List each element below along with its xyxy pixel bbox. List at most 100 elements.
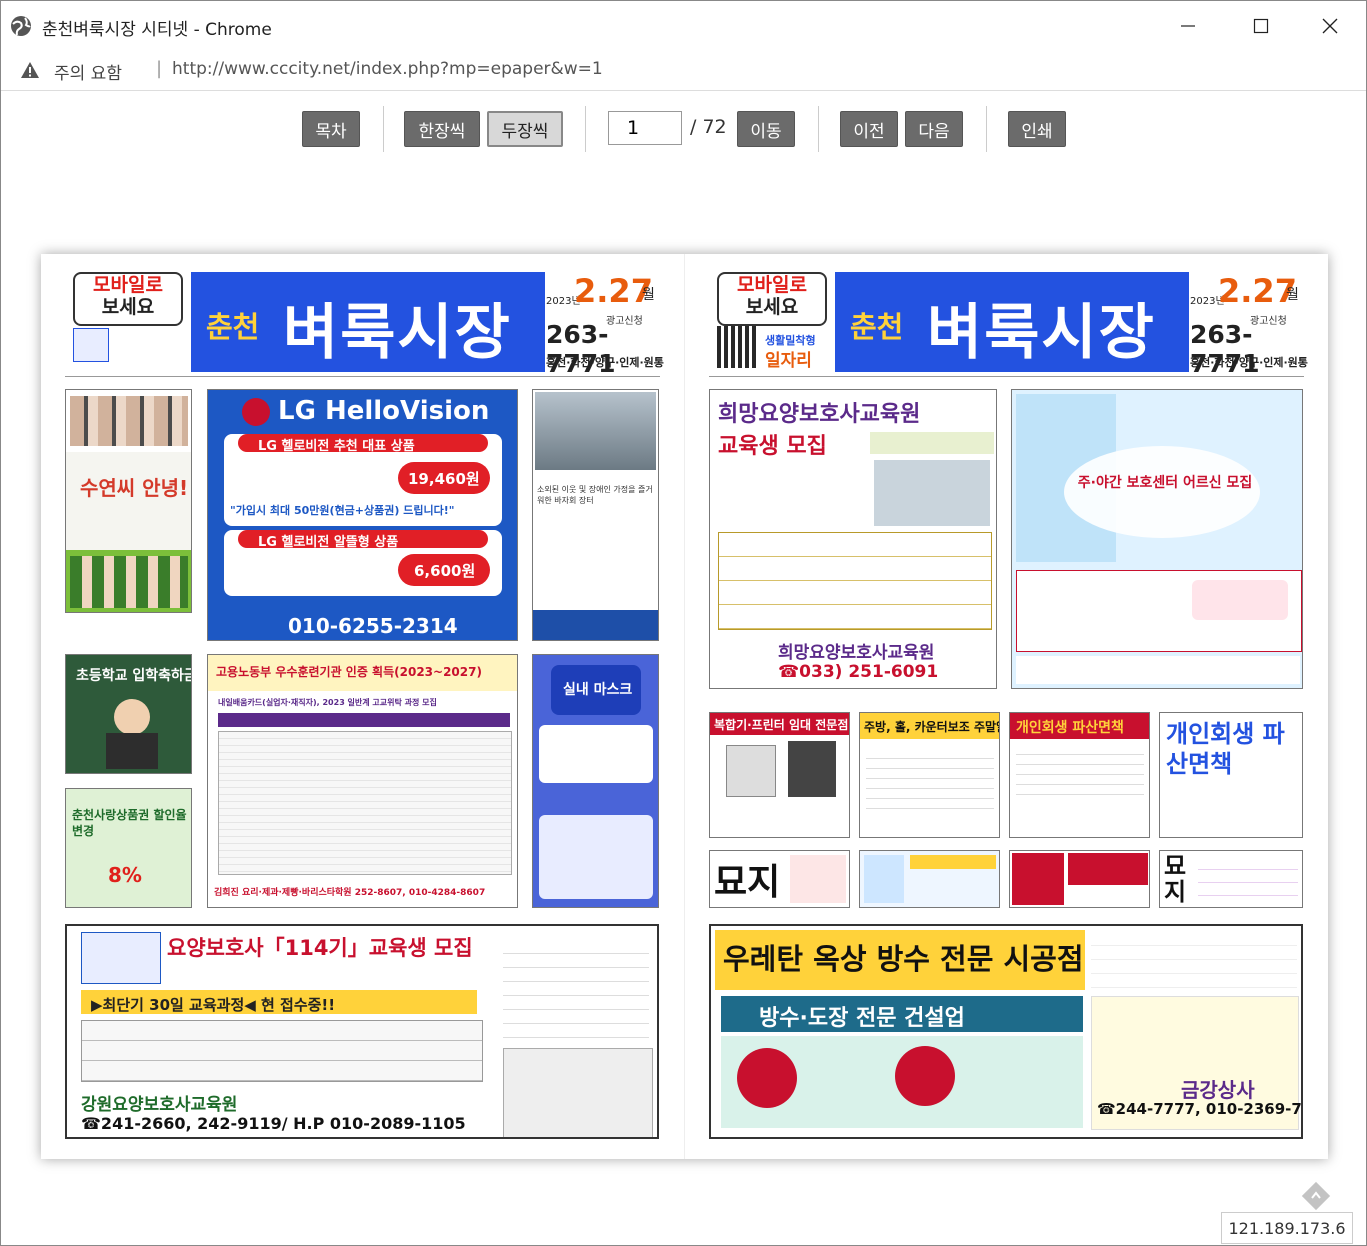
issue-weekday: 월 bbox=[642, 287, 655, 303]
care-brand: 강원요양보호사교육원 bbox=[81, 1095, 238, 1115]
copier-rental-ad[interactable]: 복합기·프린터 임대 전문점 bbox=[709, 712, 850, 838]
double-page-button[interactable]: 두장씩 bbox=[487, 111, 563, 147]
minimize-button[interactable] bbox=[1168, 8, 1208, 44]
lg-phone: 010-6255-2314 bbox=[288, 614, 458, 638]
expansion-ad[interactable] bbox=[1009, 850, 1150, 908]
lg-heading-2: LG 헬로비전 알뜰형 상품 bbox=[258, 535, 399, 550]
close-icon bbox=[1322, 18, 1338, 34]
close-button[interactable] bbox=[1310, 8, 1350, 44]
bankruptcy-title-1: 개인회생 파산면책 bbox=[1016, 720, 1124, 736]
voucher-rate: 8% bbox=[108, 863, 142, 887]
voucher-ad[interactable]: 춘천사랑상품권 할인율변경 8% bbox=[65, 788, 192, 908]
left-page[interactable]: 모바일로 보세요 춘천 벼룩시장 2023년 2.27 월 광고신청 263-7… bbox=[41, 254, 684, 1159]
epaper-toolbar: 목차 한장씩 두장씩 이동 이전 다음 인쇄 bbox=[0, 90, 1367, 170]
care-subtitle: ▶최단기 30일 교육과정◀ 현 접수중!! bbox=[91, 996, 336, 1014]
play-ad[interactable]: 수연씨 안녕! bbox=[65, 389, 192, 613]
window-title: 춘천벼룩시장 시티넷 - Chrome bbox=[42, 20, 272, 40]
lg-promo: "가입시 최대 50만원(현금+상품권) 드립니다!" bbox=[230, 504, 455, 517]
labor-phone: 김희진 요리·제과·제빵·바리스타학원 252-8607, 010-4284-8… bbox=[214, 888, 486, 898]
toolbar-divider bbox=[986, 106, 987, 152]
bankruptcy-title-2: 개인회생 파산면책 bbox=[1166, 720, 1285, 778]
bankruptcy-ad-1[interactable]: 개인회생 파산면책 bbox=[1009, 712, 1150, 838]
hope-academy-ad[interactable]: 희망요양보호사교육원 교육생 모집 희망요양보호사교육원 ☎033) 251-6… bbox=[709, 389, 997, 689]
care-phone: ☎241-2660, 242-9119/ H.P 010-2089-1105 bbox=[81, 1114, 466, 1133]
issue-weekday: 월 bbox=[1286, 287, 1299, 303]
security-warning-text[interactable]: 주의 요함 bbox=[54, 59, 122, 84]
mobile-line-1: 모바일로 bbox=[93, 274, 163, 296]
address-separator: | bbox=[156, 58, 163, 79]
hope-footer-title: 희망요양보호사교육원 bbox=[778, 643, 935, 663]
right-page[interactable]: 모바일로 보세요 생활밀착형 일자리 춘천 벼룩시장 2023년 2.27 월 … bbox=[685, 254, 1328, 1159]
toolbar-divider bbox=[818, 106, 819, 152]
bankruptcy-ad-2[interactable]: 개인회생 파산면책 bbox=[1159, 712, 1303, 838]
hope-title: 희망요양보호사교육원 bbox=[718, 402, 921, 427]
volunteer-ad[interactable]: 소외된 이웃 및 장애인 가정을 즐거워한 바자회 장터 bbox=[532, 389, 659, 641]
lg-price-2: 6,600원 bbox=[414, 562, 476, 580]
masthead-brand: 벼룩시장 bbox=[927, 298, 1156, 368]
roof-waterproof-ad[interactable]: 우레탄 옥상 방수 전문 시공점 방수·도장 전문 건설업 금강상사 ☎244-… bbox=[709, 924, 1303, 1139]
masthead-brand: 벼룩시장 bbox=[283, 298, 512, 368]
issue-date-block: 2023년 2.27 월 광고신청 263-7771 홍천·화천·양구·인제·원… bbox=[1190, 272, 1308, 378]
masthead-banner: 춘천 벼룩시장 bbox=[835, 272, 1189, 372]
qr-code-icon bbox=[717, 326, 759, 368]
lg-brand: LG HelloVision bbox=[278, 396, 490, 426]
go-button[interactable]: 이동 bbox=[737, 111, 795, 147]
epaper-viewer[interactable]: 모바일로 보세요 춘천 벼룩시장 2023년 2.27 월 광고신청 263-7… bbox=[41, 254, 1328, 1159]
mobile-line-2: 보세요 bbox=[101, 296, 155, 318]
jobs-line-2: 일자리 bbox=[765, 351, 812, 371]
minimize-icon bbox=[1181, 25, 1195, 27]
daycare-center-ad[interactable]: 주·야간 보호센터 어르신 모집 bbox=[1011, 389, 1303, 689]
masthead-city: 춘천 bbox=[850, 310, 904, 344]
mobile-line-1: 모바일로 bbox=[737, 274, 807, 296]
labor-title: 고용노동부 우수훈련기관 인증 획득(2023~2027) bbox=[216, 665, 482, 679]
maximize-button[interactable] bbox=[1241, 8, 1281, 44]
masthead-city: 춘천 bbox=[206, 310, 260, 344]
grave-ad-1[interactable]: 묘지 bbox=[709, 850, 850, 908]
toc-button[interactable]: 목차 bbox=[302, 111, 360, 147]
page-header: 모바일로 보세요 생활밀착형 일자리 춘천 벼룩시장 2023년 2.27 월 … bbox=[685, 272, 1328, 392]
school-ad[interactable]: 초등학교 입학축하금 bbox=[65, 654, 192, 774]
single-page-button[interactable]: 한장씩 bbox=[404, 111, 480, 147]
roof-title: 우레탄 옥상 방수 전문 시공점 bbox=[723, 942, 1084, 976]
prev-button[interactable]: 이전 bbox=[840, 111, 898, 147]
grave-ad-2[interactable]: 묘지 bbox=[1159, 850, 1303, 908]
page-total: / 72 bbox=[690, 116, 727, 138]
toolbar-divider bbox=[383, 106, 384, 152]
labor-training-ad[interactable]: 고용노동부 우수훈련기관 인증 획득(2023~2027) 내일배움카드(실업자… bbox=[207, 654, 518, 908]
roof-subtitle: 방수·도장 전문 건설업 bbox=[759, 1006, 965, 1031]
mask-title: 실내 마스크 bbox=[563, 682, 633, 698]
issue-date-block: 2023년 2.27 월 광고신청 263-7771 홍천·화천·양구·인제·원… bbox=[546, 272, 664, 378]
scroll-top-icon[interactable] bbox=[1300, 1180, 1332, 1212]
citynet-ad[interactable] bbox=[859, 850, 1000, 908]
mobile-badge: 모바일로 보세요 bbox=[73, 272, 183, 326]
care-title: 요양보호사「114기」교육생 모집 bbox=[167, 936, 473, 960]
copier-title: 복합기·프린터 임대 전문점 bbox=[714, 718, 849, 732]
daycare-title: 주·야간 보호센터 어르신 모집 bbox=[1077, 475, 1253, 491]
grave-title-2: 묘지 bbox=[1164, 852, 1187, 906]
globe-icon bbox=[11, 16, 31, 36]
lg-heading-1: LG 헬로비전 추천 대표 상품 bbox=[258, 439, 415, 454]
mobile-line-2: 보세요 bbox=[745, 296, 799, 318]
address-bar[interactable]: 주의 요함 | http://www.cccity.net/index.php?… bbox=[0, 52, 1367, 91]
roof-brand: 금강상사 bbox=[1181, 1078, 1255, 1102]
lg-price-1: 19,460원 bbox=[408, 470, 480, 488]
warning-icon[interactable] bbox=[20, 61, 40, 79]
mask-ad[interactable]: 실내 마스크 bbox=[532, 654, 659, 908]
grave-title-1: 묘지 bbox=[714, 862, 781, 903]
school-title: 초등학교 입학축하금 bbox=[76, 668, 192, 684]
kitchen-parttime-ad[interactable]: 주방, 홀, 카운터보조 주말알바 bbox=[859, 712, 1000, 838]
url-text[interactable]: http://www.cccity.net/index.php?mp=epape… bbox=[172, 59, 603, 79]
header-rule bbox=[709, 376, 1304, 377]
care-academy-ad[interactable]: 요양보호사「114기」교육생 모집 ▶최단기 30일 교육과정◀ 현 접수중!!… bbox=[65, 924, 659, 1139]
mobile-badge: 모바일로 보세요 bbox=[717, 272, 827, 326]
next-button[interactable]: 다음 bbox=[905, 111, 963, 147]
page-number-input[interactable] bbox=[608, 111, 682, 145]
window-title-bar: 춘천벼룩시장 시티넷 - Chrome bbox=[0, 0, 1367, 53]
labor-subtitle: 내일배움카드(실업자·재직자), 2023 일반계 고교위탁 과정 모집 bbox=[218, 698, 437, 707]
play-title: 수연씨 안녕! bbox=[80, 476, 189, 500]
volunteer-text: 소외된 이웃 및 장애인 가정을 즐거워한 바자회 장터 bbox=[537, 485, 653, 505]
voucher-title: 춘천사랑상품권 할인율변경 bbox=[72, 808, 187, 838]
lg-hellovision-ad[interactable]: LG HelloVision LG 헬로비전 추천 대표 상품 19,460원 … bbox=[207, 389, 518, 641]
print-button[interactable]: 인쇄 bbox=[1008, 111, 1066, 147]
region-list: 홍천·화천·양구·인제·원통 bbox=[546, 356, 664, 369]
